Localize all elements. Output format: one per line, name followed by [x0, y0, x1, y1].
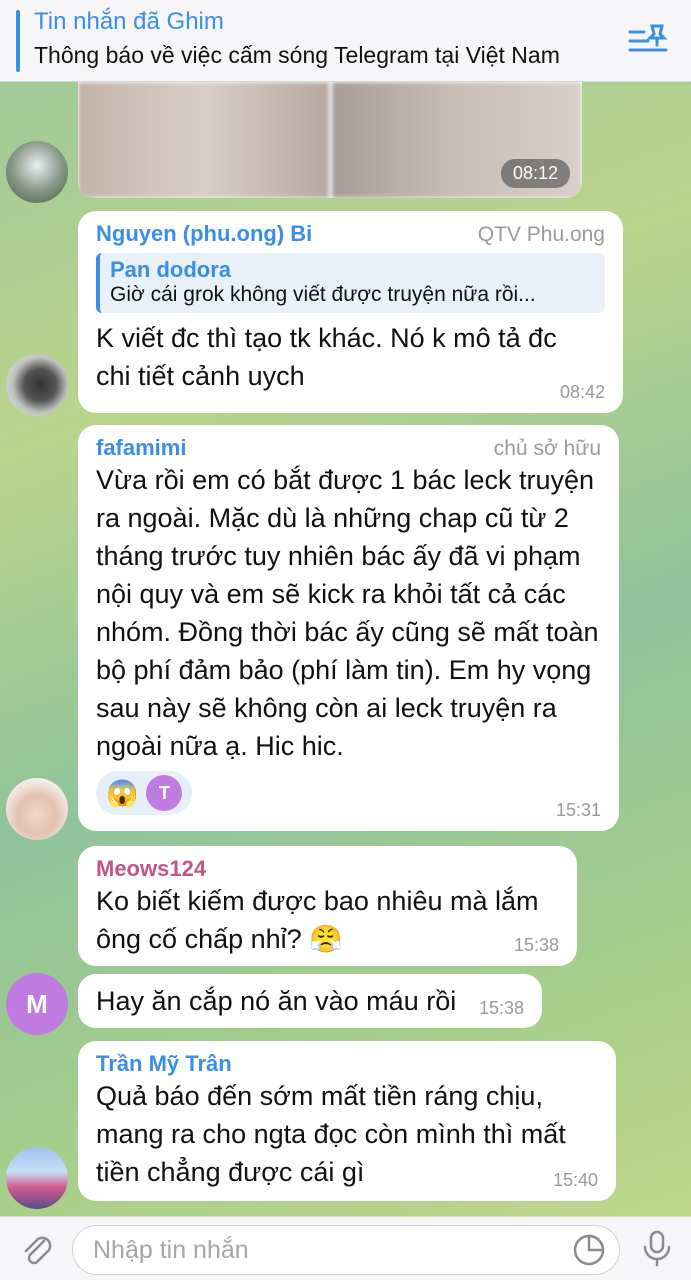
- reply-quote[interactable]: Pan dodora Giờ cái grok không viết được …: [96, 253, 605, 313]
- message-time: 08:42: [559, 382, 605, 402]
- avatar[interactable]: [6, 354, 68, 416]
- photo-thumbnail[interactable]: [78, 82, 329, 198]
- message-bubble[interactable]: Trần Mỹ Trân Quả báo đến sớm mất tiền rá…: [78, 1041, 616, 1201]
- attach-icon[interactable]: [18, 1231, 56, 1269]
- message-input[interactable]: Nhập tin nhắn: [72, 1225, 620, 1275]
- message-text: K viết đc thì tạo tk khác. Nó k mô tả đc…: [96, 323, 557, 391]
- message-bubble[interactable]: fafamimi chủ sở hữu Vừa rồi em có bắt đư…: [78, 425, 619, 831]
- reaction-emoji: 😱: [106, 777, 139, 808]
- pinned-title: Tin nhắn đã Ghim: [34, 8, 224, 35]
- avatar[interactable]: M: [6, 973, 68, 1035]
- pin-list-icon[interactable]: [628, 22, 668, 58]
- sender-name[interactable]: Meows124: [96, 856, 559, 882]
- message-text: Hay ăn cắp nó ăn vào máu rồi: [96, 986, 457, 1016]
- message-bubble[interactable]: Hay ăn cắp nó ăn vào máu rồi 15:38: [78, 974, 542, 1028]
- message-bubble[interactable]: Meows124 Ko biết kiếm được bao nhiêu mà …: [78, 846, 577, 966]
- member-role: chủ sở hữu: [493, 437, 601, 460]
- sender-name[interactable]: Trần Mỹ Trân: [96, 1051, 598, 1077]
- message-time: 15:31: [555, 800, 601, 820]
- message-time: 15:38: [513, 935, 559, 955]
- reply-text: Giờ cái grok không viết được truyện nữa …: [110, 283, 536, 306]
- media-message[interactable]: 08:12: [78, 82, 582, 198]
- avatar[interactable]: [6, 1147, 68, 1209]
- message-bubble[interactable]: Nguyen (phu.ong) Bi QTV Phu.ong Pan dodo…: [78, 211, 623, 413]
- sticker-icon[interactable]: [572, 1233, 606, 1267]
- message-text: Ko biết kiếm được bao nhiêu mà lắm ông c…: [96, 886, 539, 954]
- message-time: 15:40: [552, 1170, 598, 1190]
- reply-sender: Pan dodora: [110, 257, 232, 282]
- microphone-icon[interactable]: [638, 1229, 676, 1267]
- pinned-text: Thông báo về việc cấm sóng Telegram tại …: [34, 42, 560, 68]
- reaction-avatar: T: [146, 775, 183, 811]
- message-composer: Nhập tin nhắn: [0, 1216, 691, 1280]
- avatar[interactable]: [6, 141, 68, 203]
- reaction-chip[interactable]: 😱 T: [96, 771, 193, 815]
- message-time: 15:38: [478, 998, 524, 1018]
- avatar[interactable]: [6, 778, 68, 840]
- pinned-accent-bar: [16, 10, 20, 72]
- message-time: 08:12: [500, 159, 570, 188]
- member-role: QTV Phu.ong: [477, 223, 605, 246]
- pinned-message-bar[interactable]: Tin nhắn đã Ghim Thông báo về việc cấm s…: [0, 0, 691, 82]
- message-text: Vừa rồi em có bắt được 1 bác leck truyện…: [96, 465, 599, 761]
- message-text: Quả báo đến sớm mất tiền ráng chịu, mang…: [96, 1081, 566, 1187]
